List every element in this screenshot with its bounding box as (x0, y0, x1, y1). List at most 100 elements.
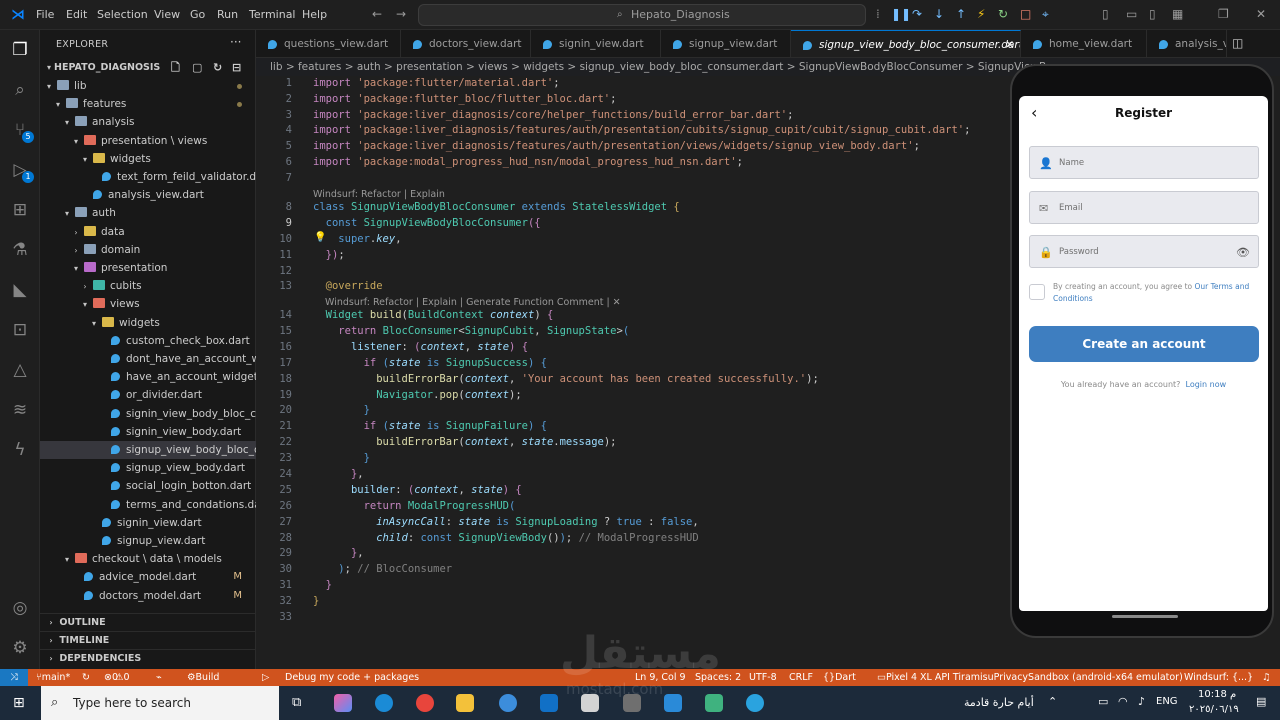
menu-terminal[interactable]: Terminal (249, 8, 296, 21)
name-field[interactable]: 👤 Name (1029, 146, 1259, 179)
edge-app-icon[interactable] (375, 694, 393, 712)
search-icon[interactable]: ⌕ (8, 78, 32, 102)
chrome-app-icon[interactable] (416, 694, 434, 712)
timeline-section[interactable]: › TIMELINE (40, 631, 256, 649)
windsurf-icon[interactable]: ≋ (8, 398, 32, 422)
codelens-class[interactable]: Windsurf: Refactor | Explain (313, 189, 445, 200)
sync-icon[interactable]: ↻ (82, 669, 90, 686)
lightning-icon[interactable]: ϟ (8, 438, 32, 462)
flutter-icon[interactable]: ◣ (8, 278, 32, 302)
terms-checkbox[interactable] (1029, 284, 1045, 300)
tree-folder[interactable]: ▾ checkout \ data \ models (40, 550, 256, 568)
tree-folder[interactable]: › data (40, 223, 256, 241)
terms-link-2[interactable]: Conditions (1053, 294, 1093, 303)
tree-file[interactable]: text_form_feild_validator.d... (40, 168, 256, 186)
remote-explorer-icon[interactable]: ⊡ (8, 318, 32, 342)
eye-icon[interactable]: 👁 (1236, 236, 1250, 269)
tree-folder[interactable]: › domain (40, 241, 256, 259)
forward-arrow-icon[interactable]: → (396, 7, 406, 21)
extensions-icon[interactable]: ⊞ (8, 198, 32, 222)
toggle-secondary-sidebar-icon[interactable]: ▯ (1149, 7, 1156, 21)
restart-icon[interactable]: ↻ (998, 7, 1008, 21)
tree-folder[interactable]: › cubits (40, 277, 256, 295)
tree-folder[interactable]: ▾ features (40, 95, 256, 113)
tree-folder[interactable]: ▾ auth (40, 204, 256, 222)
step-out-icon[interactable]: ↑ (956, 7, 966, 21)
account-icon[interactable]: ◎ (8, 596, 32, 620)
language-mode[interactable]: {} Dart (823, 669, 856, 686)
breadcrumb[interactable]: lib > features > auth > presentation > v… (270, 61, 1053, 73)
step-over-icon[interactable]: ↷ (912, 7, 922, 21)
tree-file[interactable]: or_divider.dart (40, 386, 256, 404)
menu-run[interactable]: Run (217, 8, 238, 21)
refresh-icon[interactable]: ↻ (213, 59, 222, 77)
tree-file[interactable]: signup_view_body.dart (40, 459, 256, 477)
step-into-icon[interactable]: ↓ (934, 7, 944, 21)
close-tab-icon[interactable]: ✕ (1005, 31, 1014, 57)
wifi-icon[interactable]: ◠ (1118, 695, 1128, 708)
tree-file[interactable]: signup_view.dart (40, 532, 256, 550)
password-field[interactable]: 🔒 Password 👁 (1029, 235, 1259, 268)
inspect-icon[interactable]: ⌖ (1042, 7, 1049, 21)
line-endings[interactable]: CRLF (789, 669, 813, 686)
menu-selection[interactable]: Selection (97, 8, 148, 21)
stop-icon[interactable]: □ (1020, 7, 1031, 21)
tree-file[interactable]: terms_and_condations.dart (40, 496, 256, 514)
network-icon[interactable]: ▭ (1098, 695, 1108, 708)
tree-folder[interactable]: ▾ analysis (40, 113, 256, 131)
windsurf-item[interactable]: Windsurf: {...} (1184, 669, 1253, 686)
testing-icon[interactable]: ⚗ (8, 238, 32, 262)
android-studio-app-icon[interactable] (499, 694, 517, 712)
tree-file[interactable]: have_an_account_widget.... (40, 368, 256, 386)
tree-file[interactable]: doctors_model.dart M (40, 587, 256, 605)
weather-text[interactable]: أيام حارة قادمة (964, 696, 1034, 709)
tree-folder[interactable]: ▾ widgets (40, 314, 256, 332)
tree-file[interactable]: analysis_view.dart (40, 186, 256, 204)
tree-file[interactable]: social_login_botton.dart (40, 477, 256, 495)
tree-file[interactable]: custom_check_box.dart (40, 332, 256, 350)
remote-icon[interactable]: ⤨ (0, 669, 28, 686)
terms-link[interactable]: Our Terms and (1195, 282, 1250, 291)
tab-signup-view[interactable]: signup_view.dart (661, 30, 791, 57)
tab-signup-view-body-bloc-consumer[interactable]: signup_view_body_bloc_consumer.dart ✕ (791, 30, 1021, 57)
ports-icon[interactable]: ⌁ (156, 669, 162, 686)
tree-file[interactable]: signin_view_body_bloc_c... (40, 405, 256, 423)
clock-time[interactable]: 10:18 م (1198, 689, 1236, 700)
command-search-input[interactable]: ⌕ Hepato_Diagnosis (418, 4, 866, 26)
emulator-app-icon[interactable] (705, 694, 723, 712)
hot-reload-icon[interactable]: ⚡ (977, 7, 985, 21)
tree-folder[interactable]: ▾ widgets (40, 150, 256, 168)
dependencies-section[interactable]: › DEPENDENCIES (40, 649, 256, 667)
notifications-icon[interactable]: ♫ (1262, 669, 1271, 686)
tree-folder[interactable]: ▾ views (40, 295, 256, 313)
tree-folder[interactable]: ▾ lib (40, 77, 256, 95)
tree-file[interactable]: signin_view_body.dart (40, 423, 256, 441)
copilot-app-icon[interactable] (334, 694, 352, 712)
menu-help[interactable]: Help (302, 8, 327, 21)
task-view-icon[interactable]: ⧉ (292, 695, 301, 710)
back-arrow-icon[interactable]: ← (372, 7, 382, 21)
notification-center-icon[interactable]: ▤ (1256, 695, 1266, 708)
collapse-all-icon[interactable]: ⊟ (232, 59, 241, 77)
pause-icon[interactable]: ❚❚ (891, 7, 911, 21)
deploy-icon[interactable]: △ (8, 358, 32, 382)
tray-chevron-icon[interactable]: ⌃ (1048, 695, 1057, 708)
more-actions-icon[interactable]: ··· (230, 35, 241, 49)
tab-questions-view[interactable]: questions_view.dart (256, 30, 401, 57)
clock-date[interactable]: ٢٠٢٥/٠٦/١٩ (1189, 704, 1239, 715)
device-item[interactable]: ▭ Pixel 4 XL API TiramisuPrivacySandbox … (877, 669, 1183, 686)
tab-doctors-view[interactable]: doctors_view.dart (401, 30, 531, 57)
windows-start-icon[interactable]: ⊞ (13, 695, 25, 711)
email-field[interactable]: ✉ Email (1029, 191, 1259, 224)
encoding[interactable]: UTF-8 (749, 669, 777, 686)
outline-section[interactable]: › OUTLINE (40, 613, 256, 631)
volume-icon[interactable]: ♪ (1138, 695, 1145, 708)
layout-icon[interactable]: ▦ (1172, 7, 1183, 21)
codelens-build[interactable]: Windsurf: Refactor | Explain | Generate … (325, 297, 621, 308)
menu-edit[interactable]: Edit (66, 8, 87, 21)
language-indicator[interactable]: ENG (1156, 696, 1178, 707)
tree-folder[interactable]: ▾ presentation (40, 259, 256, 277)
build-item[interactable]: ⚙ Build (187, 669, 219, 686)
project-root[interactable]: ▾ HEPATO_DIAGNOSIS 🗋 ▢ ↻ ⊟ (40, 59, 256, 77)
menu-file[interactable]: File (36, 8, 54, 21)
